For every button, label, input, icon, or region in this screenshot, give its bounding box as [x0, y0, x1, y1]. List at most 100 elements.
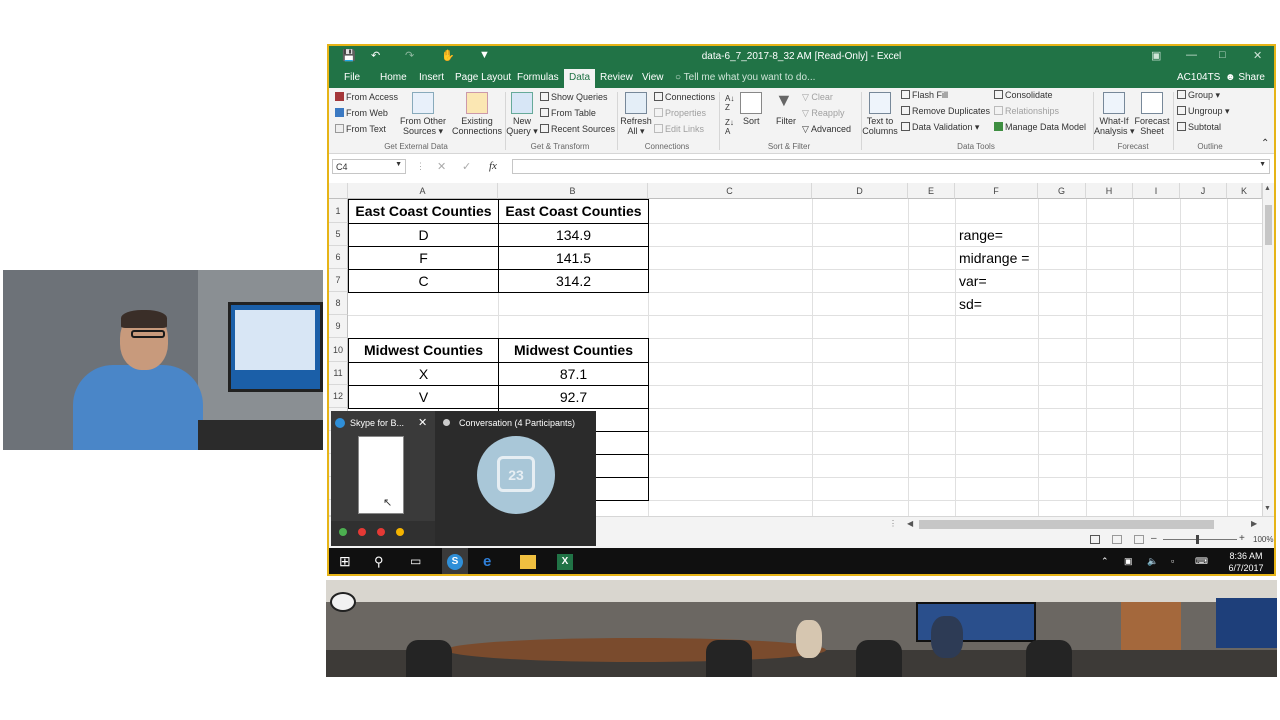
column-header-c[interactable]: C	[648, 183, 812, 199]
connections-button[interactable]: Connections	[654, 92, 715, 102]
advanced-button[interactable]: ▽ Advanced	[802, 124, 851, 135]
scroll-left-icon[interactable]: ◀	[907, 519, 913, 528]
user-name[interactable]: AC104TS	[1177, 72, 1220, 83]
row-header-7[interactable]: 7	[329, 269, 348, 292]
cancel-formula-icon[interactable]: ✕	[437, 160, 446, 173]
cell-b5[interactable]: 134.9	[498, 223, 649, 247]
scroll-down-icon[interactable]: ▼	[1264, 505, 1271, 512]
row-header-6[interactable]: 6	[329, 246, 348, 269]
scroll-up-icon[interactable]: ▲	[1264, 185, 1271, 192]
zoom-slider-thumb[interactable]	[1196, 535, 1199, 544]
tab-insert[interactable]: Insert	[419, 72, 444, 83]
cell-a11[interactable]: X	[348, 362, 499, 386]
tab-home[interactable]: Home	[380, 72, 407, 83]
search-icon[interactable]: ⚲	[374, 554, 390, 570]
column-header-f[interactable]: F	[955, 183, 1038, 199]
from-web-button[interactable]: From Web	[335, 108, 388, 118]
close-icon[interactable]: ✕	[1253, 49, 1262, 62]
text-to-columns-button[interactable]: Text to Columns	[862, 116, 898, 136]
skype-taskbar-button[interactable]: S	[442, 548, 468, 574]
column-header-i[interactable]: I	[1133, 183, 1180, 199]
share-button[interactable]: ☻ Share	[1225, 72, 1265, 83]
maximize-icon[interactable]: □	[1219, 49, 1226, 61]
vertical-scrollbar[interactable]: ▲ ▼	[1262, 183, 1274, 517]
cell-f5[interactable]: range=	[959, 227, 1003, 243]
tab-split-icon[interactable]: ⋮	[889, 519, 897, 528]
vertical-scroll-thumb[interactable]	[1265, 205, 1272, 245]
group-button[interactable]: Group ▾	[1177, 90, 1220, 101]
horizontal-scroll-thumb[interactable]	[919, 520, 1214, 529]
close-preview-icon[interactable]: ✕	[418, 416, 427, 429]
column-header-e[interactable]: E	[908, 183, 955, 199]
minimize-icon[interactable]: —	[1186, 49, 1197, 61]
ungroup-button[interactable]: Ungroup ▾	[1177, 106, 1230, 117]
clock[interactable]: 8:36 AM 6/7/2017	[1221, 550, 1271, 574]
name-box[interactable]: C4 ▼	[332, 159, 406, 174]
properties-button[interactable]: Properties	[654, 108, 706, 118]
cell-b12[interactable]: 92.7	[498, 385, 649, 409]
zoom-slider[interactable]	[1163, 539, 1237, 540]
cell-a5[interactable]: D	[348, 223, 499, 247]
what-if-analysis-button[interactable]: What-If Analysis ▾	[1094, 116, 1135, 137]
tray-chevron-icon[interactable]: ⌃	[1101, 556, 1109, 567]
tell-me-search[interactable]: ○ Tell me what you want to do...	[675, 72, 815, 83]
column-header-j[interactable]: J	[1180, 183, 1227, 199]
network-icon[interactable]: ▣	[1124, 556, 1133, 567]
filter-button[interactable]: Filter	[776, 116, 796, 126]
clear-button[interactable]: ▽ Clear	[802, 92, 833, 103]
remove-duplicates-button[interactable]: Remove Duplicates	[901, 106, 990, 116]
from-table-button[interactable]: From Table	[540, 108, 596, 118]
consolidate-button[interactable]: Consolidate	[994, 90, 1053, 100]
column-header-d[interactable]: D	[812, 183, 908, 199]
from-access-button[interactable]: From Access	[335, 92, 398, 102]
volume-icon[interactable]: 🔈	[1147, 556, 1158, 567]
row-header-9[interactable]: 9	[329, 315, 348, 338]
cell-a1[interactable]: East Coast Counties	[348, 199, 499, 224]
cell-b7[interactable]: 314.2	[498, 269, 649, 293]
tab-page-layout[interactable]: Page Layout	[455, 72, 511, 83]
file-explorer-icon[interactable]	[520, 555, 536, 569]
zoom-out-icon[interactable]: –	[1151, 533, 1157, 544]
from-text-button[interactable]: From Text	[335, 124, 386, 134]
page-layout-view-icon[interactable]	[1112, 535, 1122, 544]
manage-data-model-button[interactable]: Manage Data Model	[994, 122, 1086, 132]
refresh-all-button[interactable]: Refresh All ▾	[619, 116, 653, 137]
action-center-icon[interactable]: ▫	[1171, 556, 1174, 566]
ribbon-display-icon[interactable]: ▣	[1151, 49, 1161, 62]
cell-a10[interactable]: Midwest Counties	[348, 338, 499, 363]
forecast-sheet-button[interactable]: Forecast Sheet	[1134, 116, 1170, 136]
conversation-title[interactable]: Conversation (4 Participants)	[459, 418, 575, 428]
cell-f7[interactable]: var=	[959, 273, 987, 289]
existing-connections-button[interactable]: Existing Connections	[451, 116, 503, 136]
cell-b10[interactable]: Midwest Counties	[498, 338, 649, 363]
row-header-12[interactable]: 12	[329, 385, 348, 408]
page-break-view-icon[interactable]	[1134, 535, 1144, 544]
edge-icon[interactable]: e	[483, 554, 499, 570]
formula-input[interactable]: ▼	[512, 159, 1270, 174]
row-header-10[interactable]: 10	[329, 338, 348, 362]
cell-b6[interactable]: 141.5	[498, 246, 649, 270]
recent-sources-button[interactable]: Recent Sources	[540, 124, 615, 134]
cell-b1[interactable]: East Coast Counties	[498, 199, 649, 224]
tab-view[interactable]: View	[642, 72, 664, 83]
select-all-corner[interactable]	[329, 183, 348, 199]
task-view-icon[interactable]: ▭	[410, 554, 426, 570]
normal-view-icon[interactable]	[1090, 535, 1100, 544]
cell-f8[interactable]: sd=	[959, 296, 982, 312]
cell-f6[interactable]: midrange =	[959, 250, 1029, 266]
show-queries-button[interactable]: Show Queries	[540, 92, 608, 102]
new-query-button[interactable]: New Query ▾	[505, 116, 539, 137]
status-busy-icon[interactable]	[358, 528, 366, 536]
column-header-g[interactable]: G	[1038, 183, 1086, 199]
tab-file[interactable]: File	[344, 72, 360, 83]
cell-b11[interactable]: 87.1	[498, 362, 649, 386]
status-available-icon[interactable]	[339, 528, 347, 536]
zoom-in-icon[interactable]: +	[1239, 533, 1245, 544]
row-header-1[interactable]: 1	[329, 199, 348, 223]
sort-button[interactable]: Sort	[743, 116, 760, 126]
cell-a12[interactable]: V	[348, 385, 499, 409]
cell-a6[interactable]: F	[348, 246, 499, 270]
flash-fill-button[interactable]: Flash Fill	[901, 90, 948, 100]
relationships-button[interactable]: Relationships	[994, 106, 1059, 116]
sort-az-icon[interactable]: A↓ Z	[725, 94, 734, 112]
